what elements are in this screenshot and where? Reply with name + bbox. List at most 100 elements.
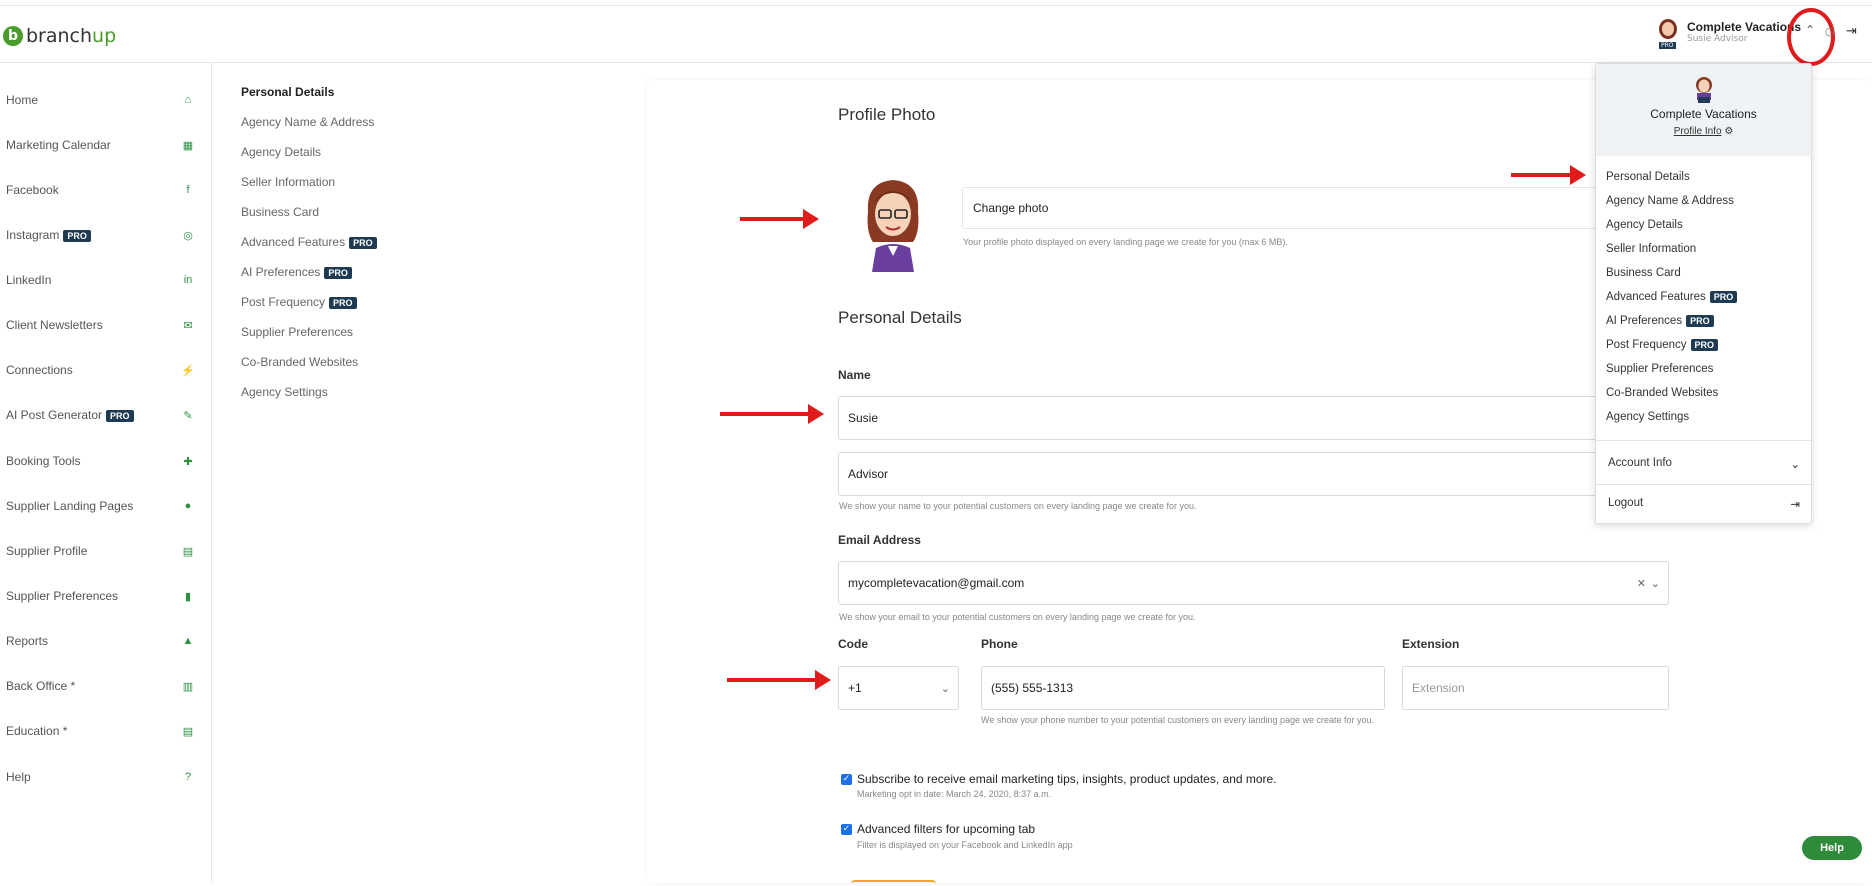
subnav-item-label: Business Card [241, 205, 320, 219]
sidebar-item-connections[interactable]: Connections ⚡ [6, 358, 196, 382]
subnav-item-supplier-preferences[interactable]: Supplier Preferences [241, 325, 353, 339]
change-photo-button[interactable]: Change photo [962, 187, 1602, 229]
save-button[interactable] [851, 880, 936, 886]
sidebar-item-facebook[interactable]: Facebook f [6, 178, 196, 202]
dropdown-item-post-frequency[interactable]: Post Frequency PRO [1606, 339, 1719, 351]
chevron-down-icon[interactable]: ⌄ [1651, 577, 1660, 590]
country-code-select[interactable]: +1 ⌄ [838, 666, 959, 710]
dropdown-item-label: Personal Details [1606, 171, 1690, 183]
subnav-item-advanced-features[interactable]: Advanced Features PRO [241, 235, 377, 249]
sidebar-item-help[interactable]: Help? [6, 765, 196, 789]
dropdown-item-personal-details[interactable]: Personal Details [1606, 171, 1690, 183]
sidebar-item-instagram[interactable]: Instagram PRO ◎ [6, 223, 196, 247]
dropdown-item-label: Agency Name & Address [1606, 195, 1734, 207]
sidebar-item-label: Supplier Profile [6, 544, 88, 558]
email-select[interactable]: mycompletevacation@gmail.com ✕ ⌄ [838, 561, 1669, 605]
wrench-icon: ✚ [183, 455, 193, 468]
subnav-item-ai-preferences[interactable]: AI Preferences PRO [241, 265, 352, 279]
country-code-value: +1 [848, 681, 862, 695]
first-name-field[interactable]: Susie [838, 396, 1618, 440]
sidebar-item-booking-tools[interactable]: Booking Tools ✚ [6, 449, 196, 473]
divider [1596, 440, 1811, 441]
subnav-item-label: Seller Information [241, 175, 336, 189]
phone-field[interactable]: (555) 555-1313 [981, 666, 1385, 710]
sidebar-item-education[interactable]: Education * ▤ [6, 719, 196, 743]
help-button[interactable]: Help [1802, 836, 1862, 860]
subnav-item-post-frequency[interactable]: Post Frequency PRO [241, 295, 357, 309]
pro-badge: PRO [1686, 315, 1714, 327]
profile-photo-title: Profile Photo [838, 105, 936, 124]
subnav-item-label: Advanced Features [241, 235, 346, 249]
bookmark-icon: ▮ [184, 590, 192, 603]
code-label: Code [838, 637, 868, 651]
dropdown-item-ai-preferences[interactable]: AI Preferences PRO [1606, 315, 1714, 327]
email-hint: We show your email to your potential cus… [839, 612, 1196, 622]
home-icon: ⌂ [184, 94, 192, 106]
subnav-item-business-card[interactable]: Business Card [241, 205, 319, 219]
profile-info-label: Profile Info [1673, 126, 1722, 137]
sidebar-item-label: Help [6, 770, 31, 784]
profile-photo-avatar [867, 180, 919, 272]
logout-icon[interactable]: ⇥ [1846, 24, 1857, 39]
dropdown-item-label: AI Preferences [1606, 315, 1683, 328]
clear-icon[interactable]: ✕ [1637, 577, 1646, 590]
dropdown-item-business-card[interactable]: Business Card [1606, 267, 1681, 279]
dropdown-item-advanced-features[interactable]: Advanced Features PRO [1606, 291, 1738, 303]
dropdown-item-supplier-preferences[interactable]: Supplier Preferences [1606, 363, 1713, 375]
user-dropdown-menu: Complete Vacations Profile Info ⚙ Person… [1595, 63, 1812, 524]
subscribe-checkbox[interactable]: ✓ [841, 774, 852, 785]
sidebar-item-ai-post-generator[interactable]: AI Post Generator PRO ✎ [6, 403, 196, 427]
dropdown-item-agency-details[interactable]: Agency Details [1606, 219, 1683, 231]
sidebar-item-supplier-landing-pages[interactable]: Supplier Landing Pages ● [6, 494, 196, 518]
sidebar-item-linkedin[interactable]: LinkedIn in [6, 268, 196, 292]
subnav-item-agency-details[interactable]: Agency Details [241, 145, 321, 159]
subnav-item-co-branded-websites[interactable]: Co-Branded Websites [241, 355, 358, 369]
dropdown-item-agency-name-address[interactable]: Agency Name & Address [1606, 195, 1734, 207]
facebook-icon: f [186, 184, 190, 196]
sidebar-item-back-office[interactable]: Back Office * ▥ [6, 674, 196, 698]
sidebar-item-label: Supplier Preferences [6, 589, 119, 603]
sidebar-item-label: Supplier Landing Pages [6, 499, 134, 513]
subnav-item-label: Agency Details [241, 145, 322, 159]
sidebar-item-reports[interactable]: Reports ▲ [6, 629, 196, 653]
dropdown-item-co-branded-websites[interactable]: Co-Branded Websites [1606, 387, 1718, 399]
logout-label: Logout [1608, 497, 1644, 509]
account-info-toggle[interactable]: Account Info ⌄ [1608, 457, 1800, 471]
sidebar-item-supplier-preferences[interactable]: Supplier Preferences ▮ [6, 584, 196, 608]
search-icon[interactable]: ○ [1825, 25, 1835, 38]
user-subtitle: Susie Advisor [1687, 34, 1748, 44]
sidebar-item-label: Marketing Calendar [6, 138, 111, 152]
sidebar-item-supplier-profile[interactable]: Supplier Profile ▤ [6, 539, 196, 563]
profile-info-link[interactable]: Profile Info ⚙ [1596, 126, 1811, 137]
dropdown-item-label: Supplier Preferences [1606, 363, 1714, 375]
dropdown-item-label: Co-Branded Websites [1606, 387, 1719, 399]
linkedin-icon: in [183, 274, 193, 286]
sidebar-item-client-newsletters[interactable]: Client Newsletters ✉ [6, 313, 196, 337]
annotation-arrow [727, 670, 831, 690]
sidebar-item-home[interactable]: Home ⌂ [6, 88, 196, 112]
advanced-filters-checkbox[interactable]: ✓ [841, 824, 852, 835]
annotation-arrow [1511, 165, 1586, 185]
edit-icon: ✎ [183, 409, 193, 422]
dropdown-item-agency-settings[interactable]: Agency Settings [1606, 411, 1689, 423]
logout-menu-item[interactable]: Logout ⇥ [1608, 497, 1800, 511]
logout-icon: ⇥ [1790, 499, 1800, 511]
avatar: PRO [1657, 19, 1679, 53]
user-menu-toggle[interactable]: PRO Complete Vacations Susie Advisor [1657, 14, 1801, 58]
subnav-item-seller-information[interactable]: Seller Information [241, 175, 335, 189]
subscribe-label: Subscribe to receive email marketing tip… [857, 772, 1277, 786]
dropdown-item-label: Business Card [1606, 267, 1681, 279]
subnav-item-agency-settings[interactable]: Agency Settings [241, 385, 328, 399]
subnav-item-agency-name-address[interactable]: Agency Name & Address [241, 115, 374, 129]
chevron-down-icon: ⌄ [1790, 459, 1800, 471]
sidebar-item-label: Back Office * [6, 679, 76, 693]
branchup-logo[interactable]: b branchup [3, 25, 116, 47]
extension-field[interactable]: Extension [1402, 666, 1669, 710]
phone-hint: We show your phone number to your potent… [981, 715, 1375, 725]
logo-text-up: up [92, 25, 117, 47]
dropdown-item-seller-information[interactable]: Seller Information [1606, 243, 1696, 255]
sidebar-item-label: Instagram [6, 228, 60, 242]
sidebar-item-marketing-calendar[interactable]: Marketing Calendar ▦ [6, 133, 196, 157]
last-name-field[interactable]: Advisor [838, 452, 1618, 496]
subnav-item-personal-details[interactable]: Personal Details [241, 85, 334, 99]
